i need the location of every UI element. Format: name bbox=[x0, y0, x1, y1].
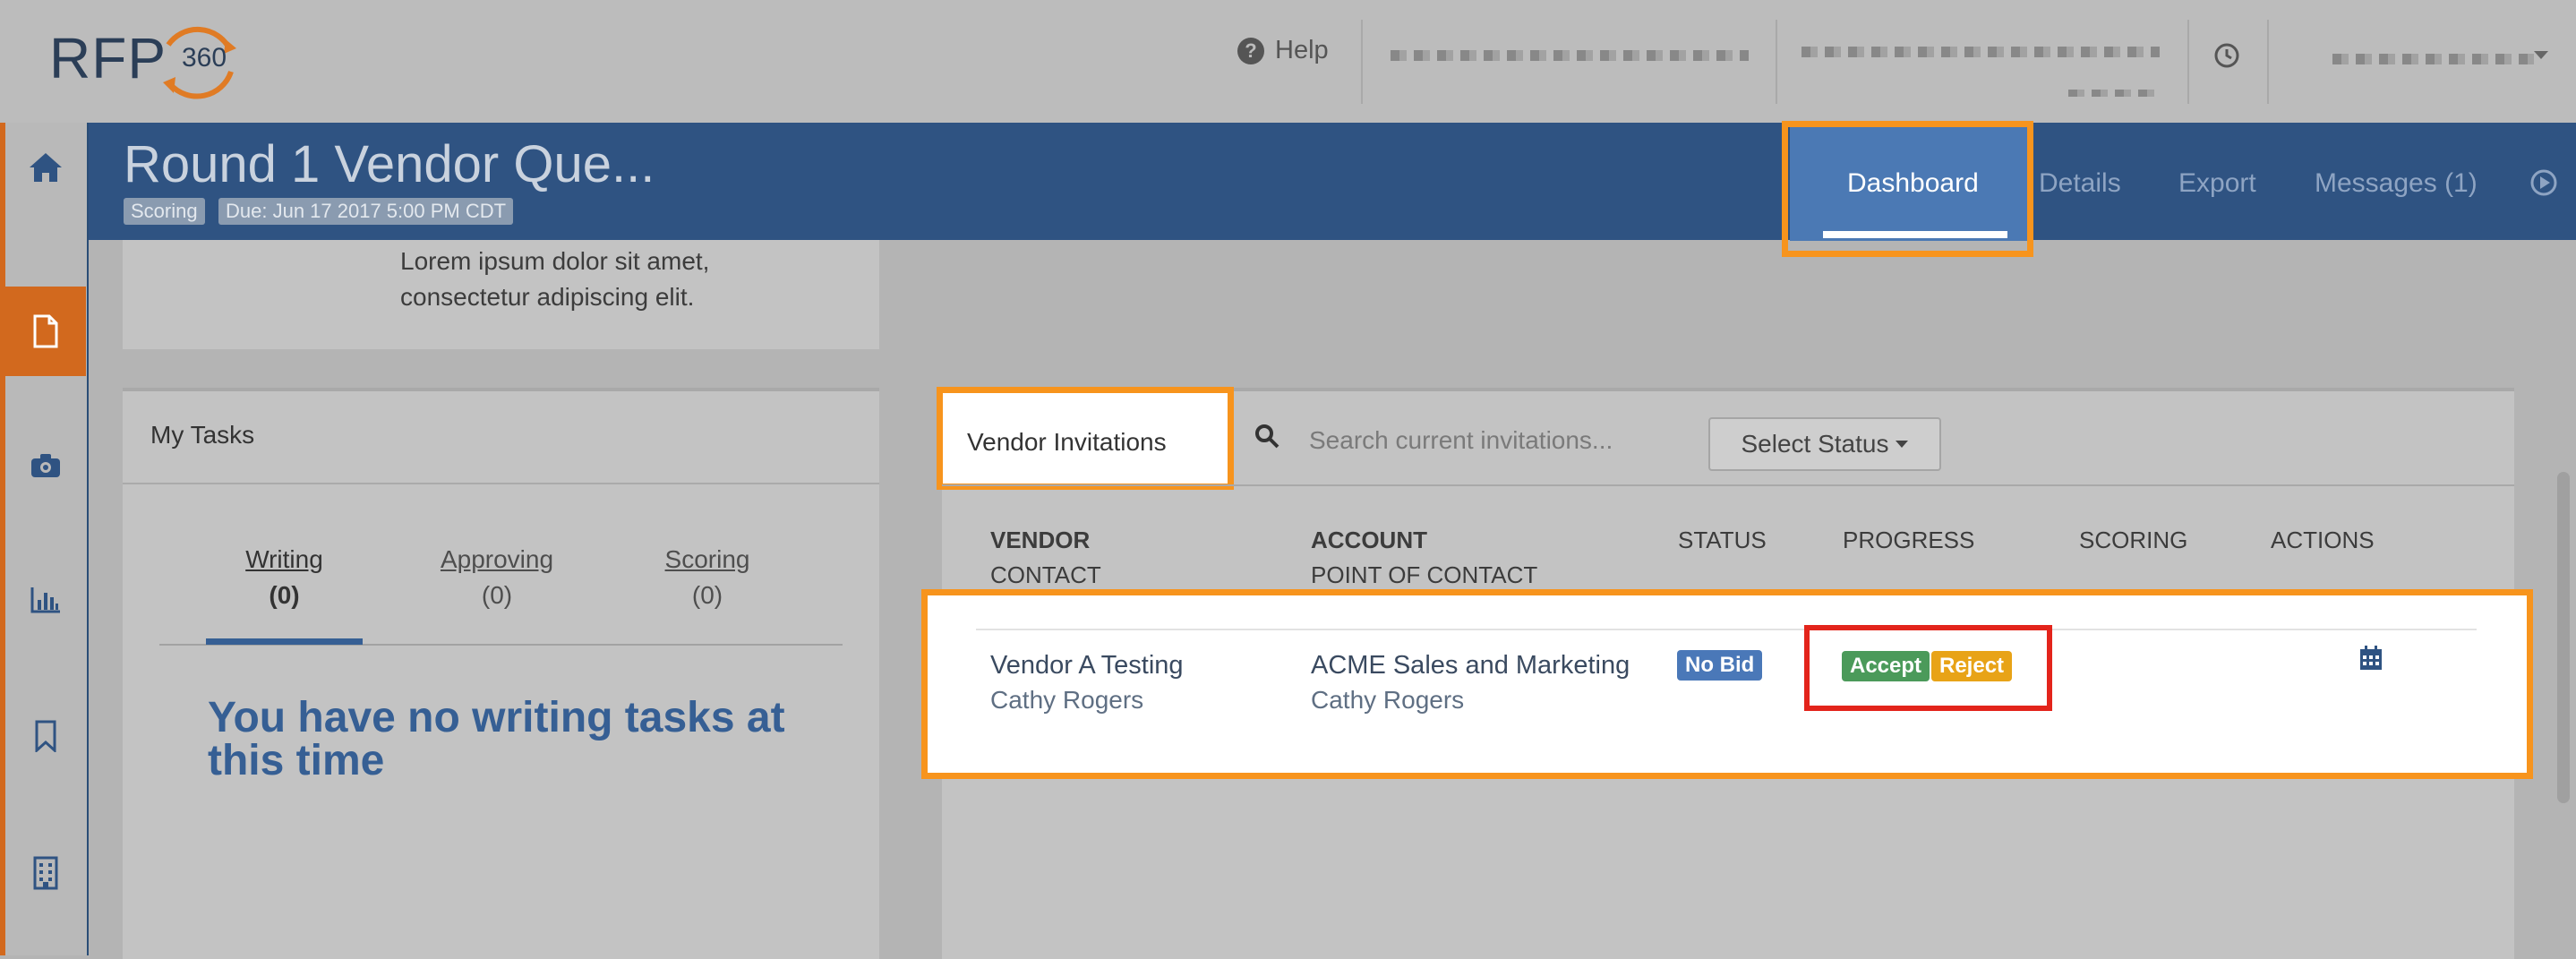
col-vendor: VENDOR bbox=[990, 527, 1091, 553]
intro-line: Lorem ipsum dolor sit amet, bbox=[400, 247, 710, 275]
sidebar-item-documents[interactable] bbox=[5, 287, 86, 376]
tab-export[interactable]: Export bbox=[2178, 168, 2256, 199]
top-divider bbox=[2267, 20, 2269, 104]
intro-text: Lorem ipsum dolor sit amet, consectetur … bbox=[400, 244, 709, 315]
chevron-down-icon[interactable] bbox=[2534, 51, 2548, 60]
help-link[interactable]: ? Help bbox=[1237, 36, 1329, 65]
my-tasks-panel bbox=[123, 388, 879, 959]
empty-tasks-message: You have no writing tasks at this time bbox=[208, 694, 785, 784]
document-icon bbox=[33, 314, 58, 348]
tab-writing[interactable]: Writing (0) bbox=[206, 542, 363, 613]
sidebar-item-organization[interactable] bbox=[5, 828, 86, 918]
intro-line: consectetur adipiscing elit. bbox=[400, 283, 695, 311]
search-icon bbox=[1255, 424, 1279, 449]
logo-badge: 360 bbox=[182, 43, 227, 73]
tab-approving[interactable]: Approving (0) bbox=[416, 542, 578, 613]
bar-chart-icon bbox=[30, 587, 60, 613]
top-divider bbox=[1776, 20, 1777, 104]
highlight-invitation-row bbox=[921, 589, 2533, 779]
sidebar-item-camera[interactable] bbox=[5, 421, 86, 510]
user-info-redacted bbox=[1391, 50, 1749, 61]
status-select[interactable]: Select Status bbox=[1708, 417, 1941, 471]
col-status: STATUS bbox=[1678, 527, 1767, 553]
building-icon bbox=[33, 856, 58, 890]
tab-details[interactable]: Details bbox=[2039, 168, 2121, 199]
tab-scoring-label: Scoring bbox=[664, 545, 750, 573]
home-icon bbox=[30, 153, 62, 182]
caret-down-icon bbox=[1896, 441, 1909, 448]
camera-icon bbox=[31, 454, 60, 477]
col-account: ACCOUNT bbox=[1311, 527, 1427, 553]
highlight-dashboard bbox=[1782, 121, 2033, 257]
due-date-badge: Due: Jun 17 2017 5:00 PM CDT bbox=[218, 198, 514, 225]
tab-writing-label: Writing bbox=[245, 545, 323, 573]
tab-writing-count: (0) bbox=[269, 581, 300, 609]
col-point-of-contact: POINT OF CONTACT bbox=[1311, 561, 1538, 588]
tab-approving-count: (0) bbox=[481, 581, 513, 609]
highlight-vendor-invitations bbox=[937, 387, 1234, 490]
col-contact: CONTACT bbox=[990, 561, 1101, 588]
tasks-title: My Tasks bbox=[150, 421, 255, 449]
org-info-redacted bbox=[2068, 90, 2158, 97]
sidebar-item-bookmarks[interactable] bbox=[5, 691, 86, 781]
org-info-redacted bbox=[1801, 47, 2160, 57]
col-progress: PROGRESS bbox=[1843, 527, 1975, 553]
scrollbar[interactable] bbox=[2557, 472, 2570, 803]
tab-scoring[interactable]: Scoring (0) bbox=[627, 542, 788, 613]
col-scoring: SCORING bbox=[2079, 527, 2188, 553]
clock-icon[interactable] bbox=[2213, 42, 2240, 69]
status-select-label: Select Status bbox=[1741, 430, 1889, 458]
active-task-tab-indicator bbox=[206, 638, 363, 645]
help-label: Help bbox=[1275, 36, 1329, 64]
phase-badge: Scoring bbox=[124, 198, 205, 225]
tab-approving-label: Approving bbox=[440, 545, 554, 573]
divider bbox=[123, 483, 879, 484]
play-icon[interactable] bbox=[2530, 169, 2557, 196]
sidebar-item-home[interactable] bbox=[5, 123, 86, 212]
logo-text: RFP bbox=[49, 26, 167, 90]
divider bbox=[942, 484, 2514, 486]
account-menu-redacted[interactable] bbox=[2332, 54, 2534, 64]
top-divider bbox=[2187, 20, 2189, 104]
tab-scoring-count: (0) bbox=[691, 581, 723, 609]
search-invitations-input[interactable] bbox=[1307, 425, 1687, 456]
col-actions: ACTIONS bbox=[2271, 527, 2375, 553]
help-icon: ? bbox=[1237, 37, 1264, 64]
page-title: Round 1 Vendor Que... bbox=[124, 135, 655, 193]
sidebar-item-reports[interactable] bbox=[5, 555, 86, 645]
tab-messages[interactable]: Messages (1) bbox=[2315, 168, 2478, 199]
top-divider bbox=[1361, 20, 1363, 104]
bookmark-icon bbox=[35, 720, 56, 752]
